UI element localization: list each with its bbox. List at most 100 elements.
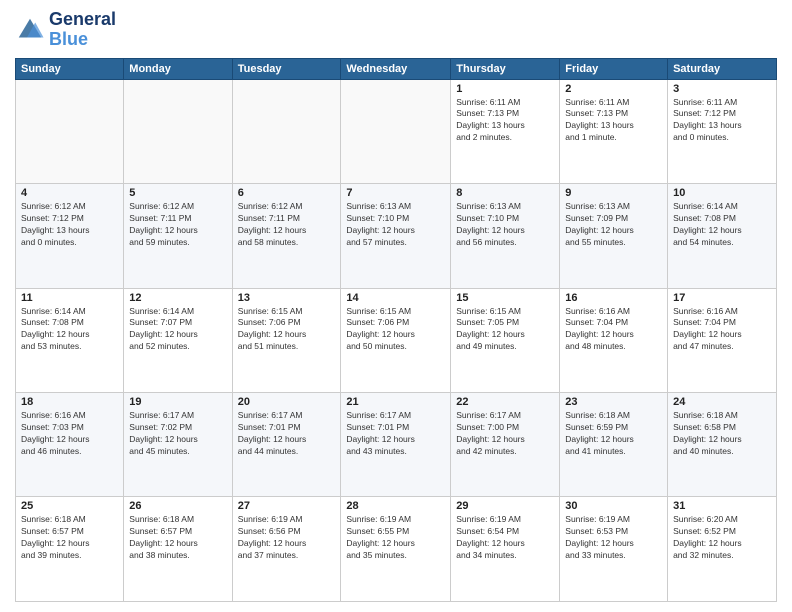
calendar-cell: 6Sunrise: 6:12 AM Sunset: 7:11 PM Daylig…	[232, 184, 341, 288]
day-info: Sunrise: 6:12 AM Sunset: 7:11 PM Dayligh…	[129, 201, 226, 249]
calendar-cell: 12 Sunrise: 6:14 AM Sunset: 7:07 PM Dayli…	[124, 288, 232, 392]
day-number: 1	[456, 83, 554, 95]
day-number: 4	[21, 187, 118, 199]
calendar-week-3: 18Sunrise: 6:16 AM Sunset: 7:03 PM Dayli…	[16, 393, 777, 497]
calendar-cell: 27Sunrise: 6:19 AM Sunset: 6:56 PM Dayli…	[232, 497, 341, 602]
day-number: 21	[346, 396, 445, 408]
calendar-cell: 3 Sunrise: 6:11 AM Sunset: 7:12 PM Daylig…	[668, 79, 777, 183]
day-info: Sunrise: 6:18 AM Sunset: 6:59 PM Dayligh…	[565, 410, 662, 458]
calendar-body: 1 Sunrise: 6:11 AM Sunset: 7:13 PM Daylig…	[16, 79, 777, 601]
day-info: Sunrise: 6:16 AM Sunset: 7:04 PM Dayligh…	[565, 306, 662, 354]
calendar-cell: 7 Sunrise: 6:13 AM Sunset: 7:10 PM Daylig…	[341, 184, 451, 288]
page: GeneralBlue SundayMondayTuesdayWednesday…	[0, 0, 792, 612]
day-number: 5	[129, 187, 226, 199]
day-number: 16	[565, 292, 662, 304]
day-number: 3	[673, 83, 771, 95]
calendar-cell: 4 Sunrise: 6:12 AM Sunset: 7:12 PM Daylig…	[16, 184, 124, 288]
calendar-cell: 17 Sunrise: 6:16 AM Sunset: 7:04 PM Dayli…	[668, 288, 777, 392]
weekday-friday: Friday	[560, 58, 668, 79]
calendar-week-1: 4 Sunrise: 6:12 AM Sunset: 7:12 PM Daylig…	[16, 184, 777, 288]
day-number: 15	[456, 292, 554, 304]
day-info: Sunrise: 6:16 AM Sunset: 7:04 PM Dayligh…	[673, 306, 771, 354]
day-number: 26	[129, 500, 226, 512]
day-info: Sunrise: 6:15 AM Sunset: 7:06 PM Dayligh…	[346, 306, 445, 354]
calendar-cell: 2Sunrise: 6:11 AM Sunset: 7:13 PM Daylig…	[560, 79, 668, 183]
calendar-cell: 19 Sunrise: 6:17 AM Sunset: 7:02 PM Dayli…	[124, 393, 232, 497]
logo-text: GeneralBlue	[49, 10, 116, 50]
day-number: 9	[565, 187, 662, 199]
day-number: 17	[673, 292, 771, 304]
day-info: Sunrise: 6:15 AM Sunset: 7:06 PM Dayligh…	[238, 306, 336, 354]
day-info: Sunrise: 6:18 AM Sunset: 6:58 PM Dayligh…	[673, 410, 771, 458]
calendar-cell	[124, 79, 232, 183]
weekday-saturday: Saturday	[668, 58, 777, 79]
calendar-cell: 5 Sunrise: 6:12 AM Sunset: 7:11 PM Daylig…	[124, 184, 232, 288]
day-number: 28	[346, 500, 445, 512]
calendar-cell: 30 Sunrise: 6:19 AM Sunset: 6:53 PM Dayli…	[560, 497, 668, 602]
day-info: Sunrise: 6:17 AM Sunset: 7:02 PM Dayligh…	[129, 410, 226, 458]
day-number: 19	[129, 396, 226, 408]
day-number: 7	[346, 187, 445, 199]
day-info: Sunrise: 6:11 AM Sunset: 7:13 PM Dayligh…	[565, 97, 662, 145]
day-number: 8	[456, 187, 554, 199]
day-info: Sunrise: 6:12 AM Sunset: 7:12 PM Dayligh…	[21, 201, 118, 249]
day-info: Sunrise: 6:13 AM Sunset: 7:09 PM Dayligh…	[565, 201, 662, 249]
calendar-cell: 23 Sunrise: 6:18 AM Sunset: 6:59 PM Dayli…	[560, 393, 668, 497]
calendar: SundayMondayTuesdayWednesdayThursdayFrid…	[15, 58, 777, 602]
calendar-cell	[16, 79, 124, 183]
calendar-cell: 25Sunrise: 6:18 AM Sunset: 6:57 PM Dayli…	[16, 497, 124, 602]
day-info: Sunrise: 6:19 AM Sunset: 6:55 PM Dayligh…	[346, 514, 445, 562]
calendar-cell: 13 Sunrise: 6:15 AM Sunset: 7:06 PM Dayli…	[232, 288, 341, 392]
day-number: 22	[456, 396, 554, 408]
calendar-week-0: 1 Sunrise: 6:11 AM Sunset: 7:13 PM Daylig…	[16, 79, 777, 183]
day-info: Sunrise: 6:13 AM Sunset: 7:10 PM Dayligh…	[346, 201, 445, 249]
day-number: 14	[346, 292, 445, 304]
day-info: Sunrise: 6:19 AM Sunset: 6:53 PM Dayligh…	[565, 514, 662, 562]
day-number: 11	[21, 292, 118, 304]
day-number: 23	[565, 396, 662, 408]
calendar-cell	[341, 79, 451, 183]
day-number: 25	[21, 500, 118, 512]
day-info: Sunrise: 6:14 AM Sunset: 7:08 PM Dayligh…	[673, 201, 771, 249]
weekday-sunday: Sunday	[16, 58, 124, 79]
header: GeneralBlue	[15, 10, 777, 50]
calendar-cell: 18Sunrise: 6:16 AM Sunset: 7:03 PM Dayli…	[16, 393, 124, 497]
day-number: 29	[456, 500, 554, 512]
day-info: Sunrise: 6:11 AM Sunset: 7:13 PM Dayligh…	[456, 97, 554, 145]
day-info: Sunrise: 6:19 AM Sunset: 6:54 PM Dayligh…	[456, 514, 554, 562]
calendar-week-4: 25Sunrise: 6:18 AM Sunset: 6:57 PM Dayli…	[16, 497, 777, 602]
day-info: Sunrise: 6:20 AM Sunset: 6:52 PM Dayligh…	[673, 514, 771, 562]
day-number: 20	[238, 396, 336, 408]
day-number: 10	[673, 187, 771, 199]
weekday-header-row: SundayMondayTuesdayWednesdayThursdayFrid…	[16, 58, 777, 79]
logo-icon	[15, 15, 45, 45]
day-number: 13	[238, 292, 336, 304]
calendar-cell: 11Sunrise: 6:14 AM Sunset: 7:08 PM Dayli…	[16, 288, 124, 392]
calendar-cell: 9 Sunrise: 6:13 AM Sunset: 7:09 PM Daylig…	[560, 184, 668, 288]
day-info: Sunrise: 6:15 AM Sunset: 7:05 PM Dayligh…	[456, 306, 554, 354]
day-info: Sunrise: 6:13 AM Sunset: 7:10 PM Dayligh…	[456, 201, 554, 249]
weekday-thursday: Thursday	[451, 58, 560, 79]
calendar-cell: 22 Sunrise: 6:17 AM Sunset: 7:00 PM Dayli…	[451, 393, 560, 497]
calendar-cell: 28 Sunrise: 6:19 AM Sunset: 6:55 PM Dayli…	[341, 497, 451, 602]
day-number: 12	[129, 292, 226, 304]
day-info: Sunrise: 6:17 AM Sunset: 7:01 PM Dayligh…	[346, 410, 445, 458]
calendar-cell: 1 Sunrise: 6:11 AM Sunset: 7:13 PM Daylig…	[451, 79, 560, 183]
day-info: Sunrise: 6:12 AM Sunset: 7:11 PM Dayligh…	[238, 201, 336, 249]
day-number: 27	[238, 500, 336, 512]
weekday-tuesday: Tuesday	[232, 58, 341, 79]
day-info: Sunrise: 6:16 AM Sunset: 7:03 PM Dayligh…	[21, 410, 118, 458]
calendar-cell	[232, 79, 341, 183]
day-info: Sunrise: 6:17 AM Sunset: 7:00 PM Dayligh…	[456, 410, 554, 458]
day-number: 31	[673, 500, 771, 512]
day-number: 24	[673, 396, 771, 408]
day-info: Sunrise: 6:11 AM Sunset: 7:12 PM Dayligh…	[673, 97, 771, 145]
calendar-cell: 21 Sunrise: 6:17 AM Sunset: 7:01 PM Dayli…	[341, 393, 451, 497]
weekday-wednesday: Wednesday	[341, 58, 451, 79]
calendar-cell: 16 Sunrise: 6:16 AM Sunset: 7:04 PM Dayli…	[560, 288, 668, 392]
calendar-cell: 20Sunrise: 6:17 AM Sunset: 7:01 PM Dayli…	[232, 393, 341, 497]
calendar-cell: 31 Sunrise: 6:20 AM Sunset: 6:52 PM Dayli…	[668, 497, 777, 602]
day-number: 30	[565, 500, 662, 512]
calendar-cell: 24 Sunrise: 6:18 AM Sunset: 6:58 PM Dayli…	[668, 393, 777, 497]
day-info: Sunrise: 6:14 AM Sunset: 7:07 PM Dayligh…	[129, 306, 226, 354]
